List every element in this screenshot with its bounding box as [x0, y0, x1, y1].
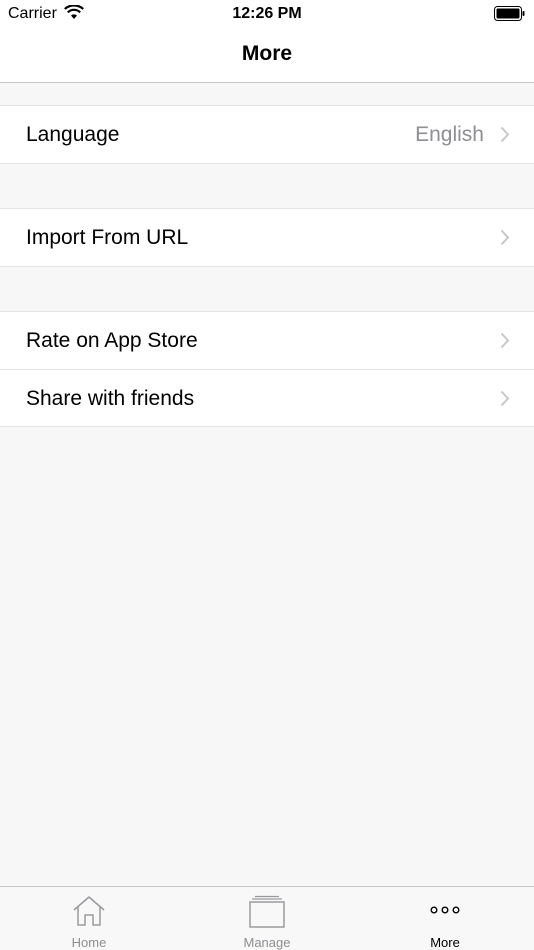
chevron-right-icon [500, 332, 510, 354]
tab-manage-label: Manage [243, 935, 291, 950]
tab-home[interactable]: Home [0, 887, 178, 950]
navigation-bar: More [0, 28, 534, 83]
tab-bar: Home Manage More [0, 886, 534, 950]
share-friends-row[interactable]: Share with friends [0, 369, 534, 426]
home-icon [0, 895, 178, 929]
share-friends-label: Share with friends [26, 387, 195, 410]
tab-home-label: Home [71, 935, 107, 950]
import-url-row[interactable]: Import From URL [0, 209, 534, 266]
language-row[interactable]: Language English [0, 106, 534, 163]
chevron-right-icon [500, 126, 510, 148]
tab-more-label: More [430, 935, 460, 950]
rate-app-row[interactable]: Rate on App Store [0, 312, 534, 369]
settings-group-social: Rate on App Store Share with friends [0, 311, 534, 427]
status-bar: Carrier 12:26 PM [0, 0, 534, 28]
chevron-right-icon [500, 390, 510, 412]
settings-group-language: Language English [0, 105, 534, 164]
import-url-label: Import From URL [26, 226, 189, 249]
language-label: Language [26, 123, 120, 146]
battery-icon [494, 6, 526, 26]
tab-more[interactable]: More [356, 887, 534, 950]
settings-group-import: Import From URL [0, 208, 534, 267]
screen: Carrier 12:26 PM More Language English I… [0, 0, 534, 950]
tab-manage[interactable]: Manage [178, 887, 356, 950]
language-value: English [415, 123, 484, 146]
clock: 12:26 PM [232, 5, 302, 22]
rate-app-label: Rate on App Store [26, 329, 198, 352]
folder-icon [178, 895, 356, 929]
more-dots-icon [356, 895, 534, 929]
page-title: More [241, 42, 293, 65]
chevron-right-icon [500, 229, 510, 251]
